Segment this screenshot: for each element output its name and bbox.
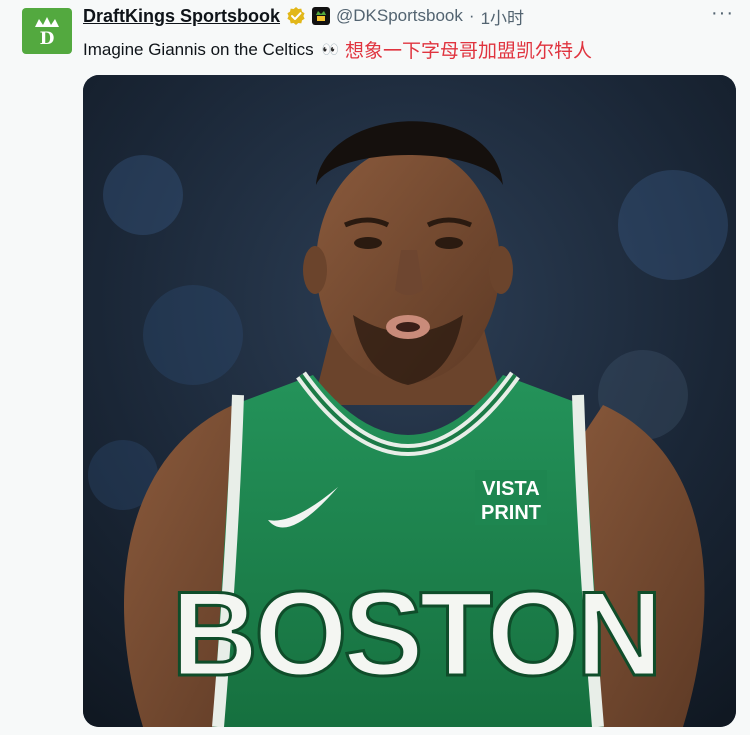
tweet-text: Imagine Giannis on the Celtics — [83, 39, 314, 59]
svg-text:D: D — [40, 29, 55, 49]
handle[interactable]: @DKSportsbook — [336, 6, 463, 26]
tweet[interactable]: D DraftKings Sportsbook @DKSportsbook · … — [0, 0, 750, 735]
tweet-text-row: Imagine Giannis on the Celtics 👀 想象一下字母哥… — [83, 36, 592, 63]
eyes-emoji: 👀 — [321, 41, 339, 57]
jersey-lettering: BOSTON — [171, 567, 658, 701]
affiliate-logo-icon[interactable] — [312, 7, 331, 25]
translation-text: 想象一下字母哥加盟凯尔特人 — [345, 40, 593, 62]
timestamp[interactable]: 1小时 — [481, 4, 524, 29]
display-name[interactable]: DraftKings Sportsbook — [83, 6, 280, 27]
separator-dot: · — [468, 6, 475, 25]
tweet-media-photo[interactable]: VISTA PRINT BOSTON — [83, 75, 736, 727]
more-options-icon[interactable]: ··· — [711, 2, 734, 25]
avatar[interactable]: D — [22, 8, 72, 54]
sponsor-line2: PRINT — [481, 502, 541, 524]
sponsor-line1: VISTA — [482, 478, 539, 500]
tweet-header: DraftKings Sportsbook @DKSportsbook · 1小… — [83, 4, 524, 28]
draftkings-crown-icon: D — [35, 17, 59, 49]
verified-badge-icon — [287, 7, 305, 25]
